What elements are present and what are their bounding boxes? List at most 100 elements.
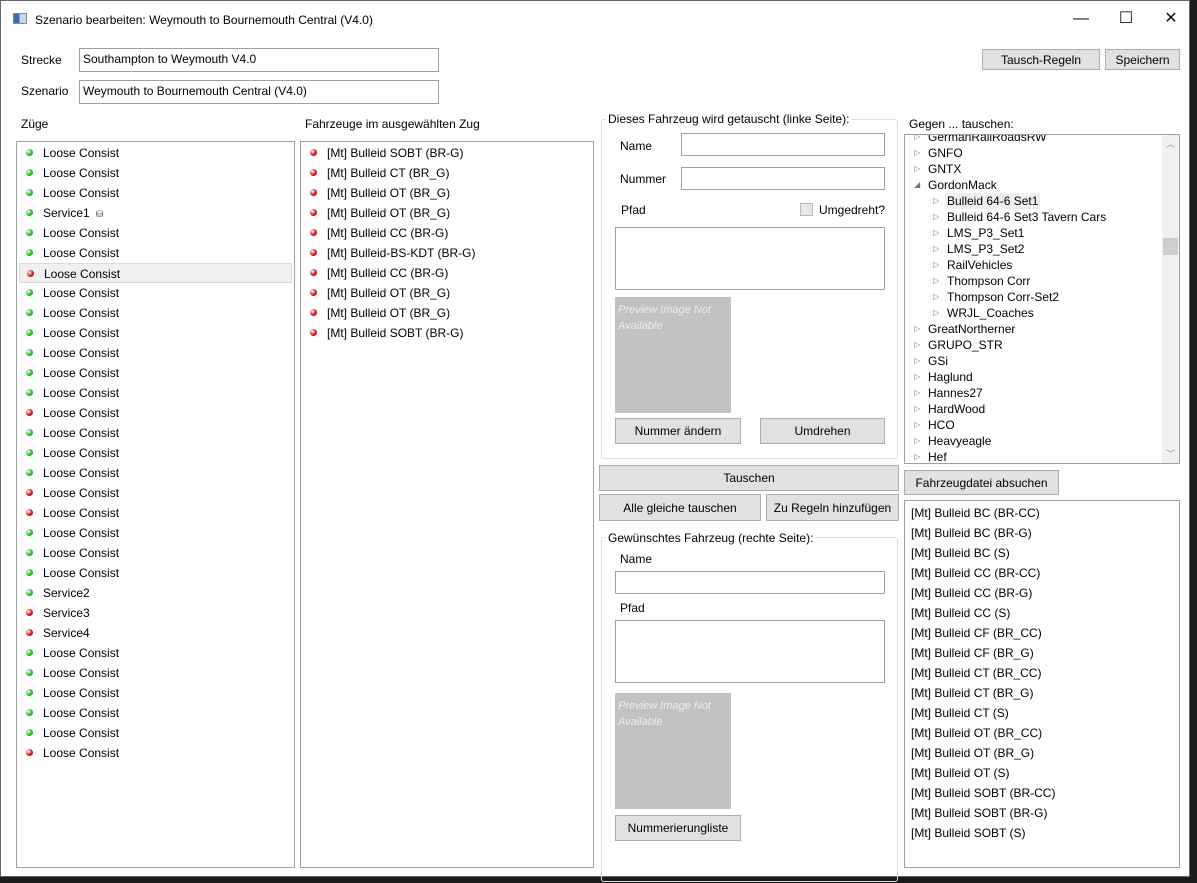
tree-node[interactable]: ▷ WRJL_Coaches: [905, 305, 1161, 321]
tree-node[interactable]: ▷ Haglund: [905, 369, 1161, 385]
vehicle-list-item[interactable]: [Mt] Bulleid CC (BR-G): [303, 223, 591, 243]
tree-node[interactable]: ▷ Hef: [905, 449, 1161, 463]
train-list-item[interactable]: Loose Consist: [19, 643, 292, 663]
tree-scrollbar[interactable]: ︿ ﹀: [1162, 135, 1179, 463]
train-list-item[interactable]: Loose Consist: [19, 223, 292, 243]
train-list-item[interactable]: Loose Consist: [19, 383, 292, 403]
vehicle-list-item[interactable]: [Mt] Bulleid OT (BR_G): [303, 303, 591, 323]
tauschen-button[interactable]: Tauschen: [599, 465, 899, 491]
collapsed-triangle-icon[interactable]: ▷: [933, 289, 939, 305]
train-list-item[interactable]: Loose Consist: [19, 503, 292, 523]
candidate-item[interactable]: [Mt] Bulleid OT (BR_CC): [905, 723, 1179, 743]
vehicle-list-item[interactable]: [Mt] Bulleid-BS-KDT (BR-G): [303, 243, 591, 263]
tree-node[interactable]: ▷ Hannes27: [905, 385, 1161, 401]
collapsed-triangle-icon[interactable]: ▷: [933, 209, 939, 225]
collapsed-triangle-icon[interactable]: ▷: [933, 241, 939, 257]
tree-node[interactable]: ▷ GRUPO_STR: [905, 337, 1161, 353]
collapsed-triangle-icon[interactable]: ▷: [933, 193, 939, 209]
maximize-button[interactable]: ☐: [1104, 5, 1148, 33]
train-list-item[interactable]: Loose Consist: [19, 263, 292, 283]
tree-node[interactable]: ▷ GNFO: [905, 145, 1161, 161]
candidate-item[interactable]: [Mt] Bulleid SOBT (S): [905, 823, 1179, 843]
collapsed-triangle-icon[interactable]: ▷: [914, 161, 920, 177]
expanded-triangle-icon[interactable]: ◢: [914, 177, 920, 193]
tree-node[interactable]: ▷ LMS_P3_Set1: [905, 225, 1161, 241]
nummerierungliste-button[interactable]: Nummerierungliste: [615, 815, 741, 841]
train-list-item[interactable]: Loose Consist: [19, 543, 292, 563]
candidate-item[interactable]: [Mt] Bulleid CT (S): [905, 703, 1179, 723]
candidate-item[interactable]: [Mt] Bulleid CF (BR_G): [905, 643, 1179, 663]
zu-regeln-hinzufuegen-button[interactable]: Zu Regeln hinzufügen: [766, 494, 899, 521]
collapsed-triangle-icon[interactable]: ▷: [914, 385, 920, 401]
candidate-item[interactable]: [Mt] Bulleid BC (S): [905, 543, 1179, 563]
collapsed-triangle-icon[interactable]: ▷: [914, 369, 920, 385]
vehicle-list-item[interactable]: [Mt] Bulleid CC (BR-G): [303, 263, 591, 283]
tree-node[interactable]: ▷ GNTX: [905, 161, 1161, 177]
train-list-item[interactable]: Loose Consist: [19, 183, 292, 203]
collapsed-triangle-icon[interactable]: ▷: [914, 135, 920, 145]
collapsed-triangle-icon[interactable]: ▷: [933, 305, 939, 321]
train-list-item[interactable]: Loose Consist: [19, 443, 292, 463]
candidate-item[interactable]: [Mt] Bulleid CC (S): [905, 603, 1179, 623]
speichern-button[interactable]: Speichern: [1105, 49, 1180, 70]
target-pfad-field[interactable]: [615, 620, 885, 683]
vehicle-tree[interactable]: ▷ GermanRailRoadsRW ▷ GNFO ▷ GNTX ◢ GordonMack ▷…: [904, 134, 1180, 464]
candidate-item[interactable]: [Mt] Bulleid BC (BR-G): [905, 523, 1179, 543]
vehicle-list-item[interactable]: [Mt] Bulleid OT (BR_G): [303, 203, 591, 223]
candidate-item[interactable]: [Mt] Bulleid CC (BR-CC): [905, 563, 1179, 583]
collapsed-triangle-icon[interactable]: ▷: [933, 273, 939, 289]
candidate-item[interactable]: [Mt] Bulleid CT (BR_CC): [905, 663, 1179, 683]
tree-node[interactable]: ▷ GermanRailRoadsRW: [905, 135, 1161, 145]
szenario-field[interactable]: Weymouth to Bournemouth Central (V4.0): [79, 80, 439, 104]
tree-node[interactable]: ▷ Heavyeagle: [905, 433, 1161, 449]
train-list-item[interactable]: Service4: [19, 623, 292, 643]
tausch-regeln-button[interactable]: Tausch-Regeln: [982, 49, 1100, 70]
alle-gleiche-tauschen-button[interactable]: Alle gleiche tauschen: [599, 494, 761, 521]
tree-node[interactable]: ▷ LMS_P3_Set2: [905, 241, 1161, 257]
train-list-item[interactable]: Loose Consist: [19, 703, 292, 723]
collapsed-triangle-icon[interactable]: ▷: [914, 337, 920, 353]
target-name-field[interactable]: [615, 571, 885, 594]
tree-node[interactable]: ◢ GordonMack: [905, 177, 1161, 193]
tree-node[interactable]: ▷ Bulleid 64-6 Set1: [905, 193, 1161, 209]
train-list-item[interactable]: Service1 ⛁: [19, 203, 292, 223]
nummer-field[interactable]: [681, 167, 885, 190]
collapsed-triangle-icon[interactable]: ▷: [914, 145, 920, 161]
candidate-item[interactable]: [Mt] Bulleid CC (BR-G): [905, 583, 1179, 603]
candidate-item[interactable]: [Mt] Bulleid BC (BR-CC): [905, 503, 1179, 523]
collapsed-triangle-icon[interactable]: ▷: [933, 225, 939, 241]
collapsed-triangle-icon[interactable]: ▷: [933, 257, 939, 273]
train-list-item[interactable]: Loose Consist: [19, 243, 292, 263]
candidate-item[interactable]: [Mt] Bulleid OT (S): [905, 763, 1179, 783]
train-list-item[interactable]: Loose Consist: [19, 403, 292, 423]
train-list-item[interactable]: Loose Consist: [19, 323, 292, 343]
vehicle-list-item[interactable]: [Mt] Bulleid OT (BR_G): [303, 183, 591, 203]
train-list-item[interactable]: Loose Consist: [19, 343, 292, 363]
train-list-item[interactable]: Loose Consist: [19, 363, 292, 383]
scroll-up-icon[interactable]: ︿: [1166, 137, 1175, 150]
tree-node[interactable]: ▷ Thompson Corr: [905, 273, 1161, 289]
train-list-item[interactable]: Service2: [19, 583, 292, 603]
train-list-item[interactable]: Loose Consist: [19, 423, 292, 443]
strecke-field[interactable]: Southampton to Weymouth V4.0: [79, 48, 439, 72]
vehicle-list-item[interactable]: [Mt] Bulleid SOBT (BR-G): [303, 323, 591, 343]
name-field[interactable]: [681, 133, 885, 156]
train-list-item[interactable]: Loose Consist: [19, 163, 292, 183]
candidate-item[interactable]: [Mt] Bulleid CF (BR_CC): [905, 623, 1179, 643]
trains-list[interactable]: Loose Consist Loose Consist Loose Consist S…: [16, 141, 295, 868]
vehicle-list-item[interactable]: [Mt] Bulleid SOBT (BR-G): [303, 143, 591, 163]
train-list-item[interactable]: Loose Consist: [19, 483, 292, 503]
tree-node[interactable]: ▷ GreatNortherner: [905, 321, 1161, 337]
scroll-thumb[interactable]: [1163, 238, 1178, 255]
train-list-item[interactable]: Loose Consist: [19, 283, 292, 303]
candidate-item[interactable]: [Mt] Bulleid OT (BR_G): [905, 743, 1179, 763]
collapsed-triangle-icon[interactable]: ▷: [914, 449, 920, 463]
tree-node[interactable]: ▷ HardWood: [905, 401, 1161, 417]
collapsed-triangle-icon[interactable]: ▷: [914, 321, 920, 337]
train-list-item[interactable]: Loose Consist: [19, 303, 292, 323]
umgedreht-checkbox[interactable]: [800, 203, 813, 216]
train-list-item[interactable]: Service3: [19, 603, 292, 623]
candidate-list[interactable]: [Mt] Bulleid BC (BR-CC) [Mt] Bulleid BC (…: [904, 500, 1180, 868]
umdrehen-button[interactable]: Umdrehen: [760, 418, 885, 444]
train-list-item[interactable]: Loose Consist: [19, 663, 292, 683]
